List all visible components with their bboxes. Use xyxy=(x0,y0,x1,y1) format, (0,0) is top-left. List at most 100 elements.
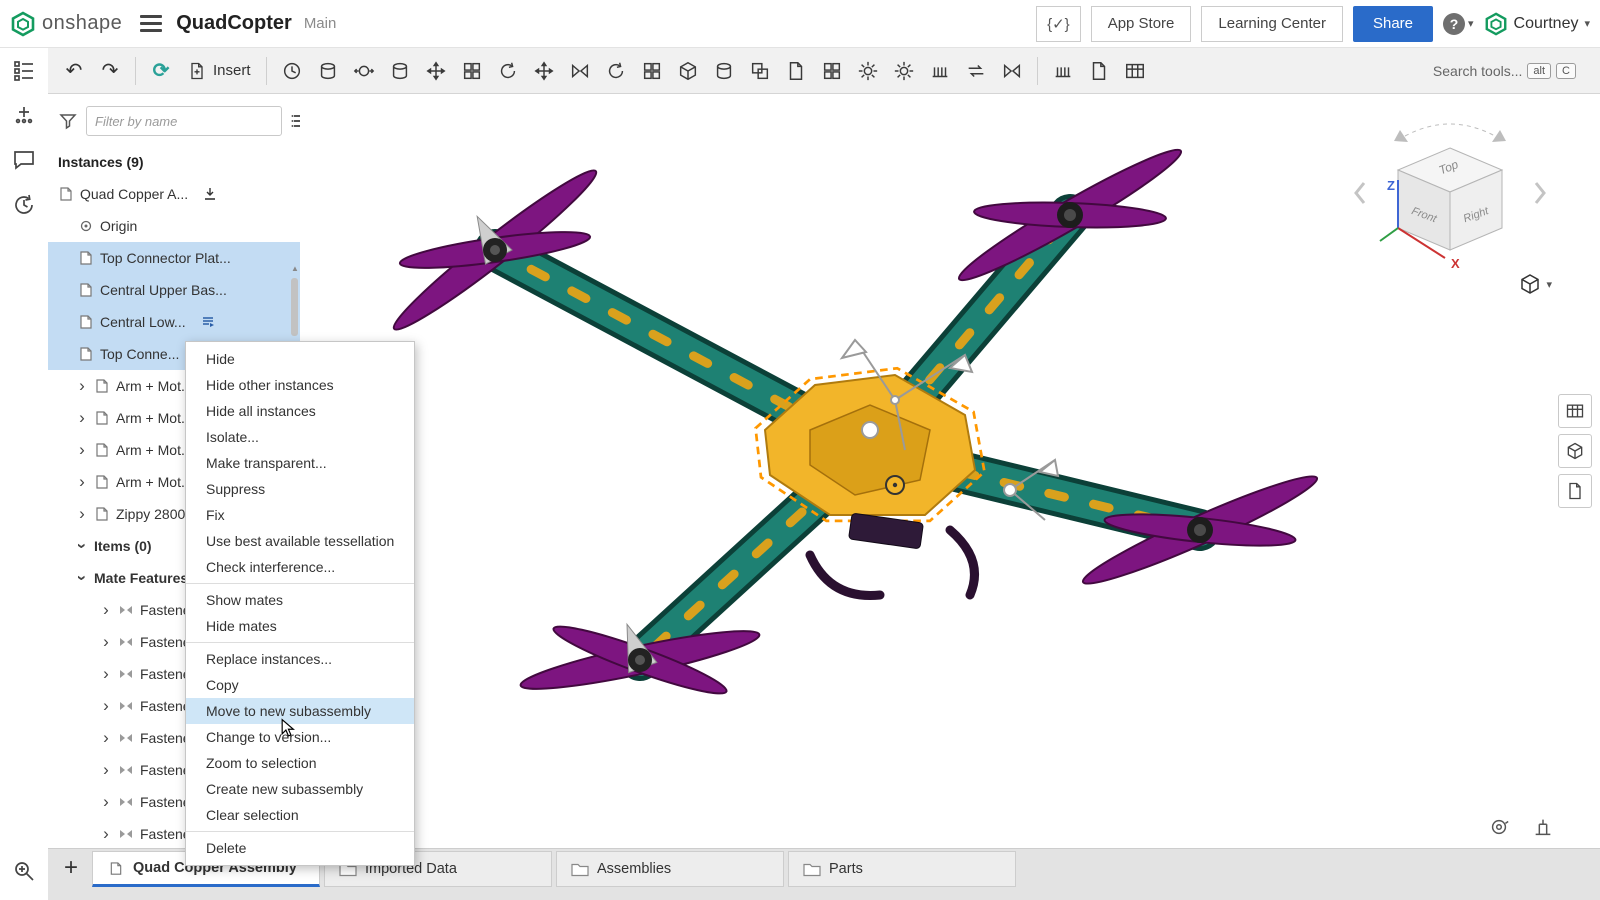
tab-assemblies[interactable]: Assemblies xyxy=(556,851,784,887)
linked-document-icon[interactable] xyxy=(200,314,216,330)
menu-item-suppress[interactable]: Suppress xyxy=(186,476,414,502)
mate-connector-icon[interactable] xyxy=(564,55,596,87)
panel-bom-icon[interactable] xyxy=(1558,394,1592,428)
tree-item-selected[interactable]: Central Low... xyxy=(48,306,300,338)
menu-item-fix[interactable]: Fix xyxy=(186,502,414,528)
chevron-right-icon[interactable]: › xyxy=(100,664,112,684)
simulation-icon[interactable] xyxy=(960,55,992,87)
filter-icon[interactable] xyxy=(58,111,78,131)
filter-input[interactable] xyxy=(86,106,282,136)
menu-item-check-interference[interactable]: Check interference... xyxy=(186,554,414,580)
menu-item-copy[interactable]: Copy xyxy=(186,672,414,698)
menu-item-show-mates[interactable]: Show mates xyxy=(186,587,414,613)
units-scale-icon[interactable] xyxy=(1532,816,1554,838)
versions-button[interactable]: {✓} xyxy=(1036,6,1081,42)
comments-icon[interactable] xyxy=(12,148,36,175)
panel-configurations-icon[interactable] xyxy=(1558,474,1592,508)
app-store-button[interactable]: App Store xyxy=(1091,6,1192,42)
chevron-right-icon[interactable]: › xyxy=(76,376,88,396)
tree-item-selected[interactable]: Central Upper Bas... xyxy=(48,274,300,306)
user-menu[interactable]: Courtney ▾ xyxy=(1484,12,1590,36)
update-references-icon[interactable]: ⟳ xyxy=(145,55,177,87)
update-available-icon[interactable] xyxy=(202,186,218,202)
chevron-right-icon[interactable]: › xyxy=(100,760,112,780)
menu-item-hide[interactable]: Hide xyxy=(186,346,414,372)
exploded-view-icon[interactable] xyxy=(924,55,956,87)
follow-mode-icon[interactable] xyxy=(12,103,36,130)
mate-icon[interactable] xyxy=(276,55,308,87)
menu-item-hide-mates[interactable]: Hide mates xyxy=(186,613,414,639)
chevron-right-icon[interactable]: › xyxy=(76,408,88,428)
group-icon[interactable] xyxy=(312,55,344,87)
instances-header[interactable]: Instances (9) xyxy=(48,146,300,178)
chevron-right-icon[interactable]: › xyxy=(76,472,88,492)
mate-relation-icon[interactable] xyxy=(348,55,380,87)
scroll-up-icon[interactable]: ▲ xyxy=(291,264,299,273)
insert-part-icon[interactable] xyxy=(672,55,704,87)
chevron-right-icon[interactable]: › xyxy=(100,824,112,844)
chevron-right-icon[interactable]: › xyxy=(76,504,88,524)
appearance-icon[interactable] xyxy=(1083,55,1115,87)
redo-button[interactable]: ↷ xyxy=(94,55,126,87)
menu-item-change-to-version[interactable]: Change to version... xyxy=(186,724,414,750)
view-cube[interactable]: Top Front Right Z X xyxy=(1350,108,1550,283)
bom-icon[interactable] xyxy=(1119,55,1151,87)
menu-item-clear-selection[interactable]: Clear selection xyxy=(186,802,414,828)
chevron-down-icon[interactable]: › xyxy=(72,572,92,584)
circular-pattern-icon[interactable] xyxy=(780,55,812,87)
named-positions-icon[interactable] xyxy=(888,55,920,87)
tab-parts[interactable]: Parts xyxy=(788,851,1016,887)
chevron-down-icon[interactable]: › xyxy=(72,540,92,552)
context-menu: Hide Hide other instances Hide all insta… xyxy=(185,341,415,866)
animate-icon[interactable] xyxy=(528,55,560,87)
chevron-right-icon[interactable]: › xyxy=(100,600,112,620)
tree-item-selected[interactable]: Top Connector Plat... xyxy=(48,242,300,274)
menu-item-hide-all-instances[interactable]: Hide all instances xyxy=(186,398,414,424)
measure-icon[interactable] xyxy=(1047,55,1079,87)
chevron-right-icon[interactable]: › xyxy=(76,440,88,460)
learning-center-button[interactable]: Learning Center xyxy=(1201,6,1343,42)
rotate-part-icon[interactable] xyxy=(456,55,488,87)
chevron-right-icon[interactable]: › xyxy=(100,792,112,812)
onshape-logo[interactable]: onshape xyxy=(10,11,122,37)
replicate-icon[interactable] xyxy=(600,55,632,87)
menu-item-zoom-to-selection[interactable]: Zoom to selection xyxy=(186,750,414,776)
view-mode-dropdown[interactable]: ▾ xyxy=(1518,272,1552,296)
panel-appearance-icon[interactable] xyxy=(1558,434,1592,468)
configurations-icon[interactable] xyxy=(816,55,848,87)
share-button[interactable]: Share xyxy=(1353,6,1433,42)
menu-item-isolate[interactable]: Isolate... xyxy=(186,424,414,450)
snapshot-icon[interactable] xyxy=(1488,816,1510,838)
menu-item-replace-instances[interactable]: Replace instances... xyxy=(186,646,414,672)
snap-mode-icon[interactable] xyxy=(384,55,416,87)
menu-item-make-transparent[interactable]: Make transparent... xyxy=(186,450,414,476)
main-menu-icon[interactable] xyxy=(140,11,162,36)
view-options-icon[interactable] xyxy=(290,111,300,131)
move-part-icon[interactable] xyxy=(420,55,452,87)
linear-pattern-icon[interactable] xyxy=(744,55,776,87)
help-menu[interactable]: ? ▾ xyxy=(1443,13,1474,35)
derived-icon[interactable] xyxy=(708,55,740,87)
transform-icon[interactable] xyxy=(492,55,524,87)
search-tools[interactable]: Search tools... alt C xyxy=(1433,63,1576,79)
zoom-window-icon[interactable] xyxy=(12,859,36,886)
select-region-icon[interactable] xyxy=(636,55,668,87)
create-tab-button[interactable]: + xyxy=(54,851,88,885)
display-states-icon[interactable] xyxy=(852,55,884,87)
menu-item-use-best-tessellation[interactable]: Use best available tessellation xyxy=(186,528,414,554)
menu-item-delete[interactable]: Delete xyxy=(186,835,414,861)
swap-instances-icon[interactable] xyxy=(996,55,1028,87)
history-icon[interactable] xyxy=(12,193,36,220)
insert-button[interactable]: Insert xyxy=(181,61,257,81)
chevron-right-icon[interactable]: › xyxy=(100,632,112,652)
chevron-right-icon[interactable]: › xyxy=(100,696,112,716)
tree-item-origin[interactable]: Origin xyxy=(48,210,300,242)
tree-item-root[interactable]: Quad Copper A... xyxy=(48,178,300,210)
chevron-right-icon[interactable]: › xyxy=(100,728,112,748)
document-panel-icon[interactable] xyxy=(12,58,36,85)
undo-button[interactable]: ↶ xyxy=(58,55,90,87)
scrollbar-thumb[interactable] xyxy=(291,278,298,336)
menu-item-move-to-new-subassembly[interactable]: Move to new subassembly xyxy=(186,698,414,724)
menu-item-create-new-subassembly[interactable]: Create new subassembly xyxy=(186,776,414,802)
menu-item-hide-other-instances[interactable]: Hide other instances xyxy=(186,372,414,398)
